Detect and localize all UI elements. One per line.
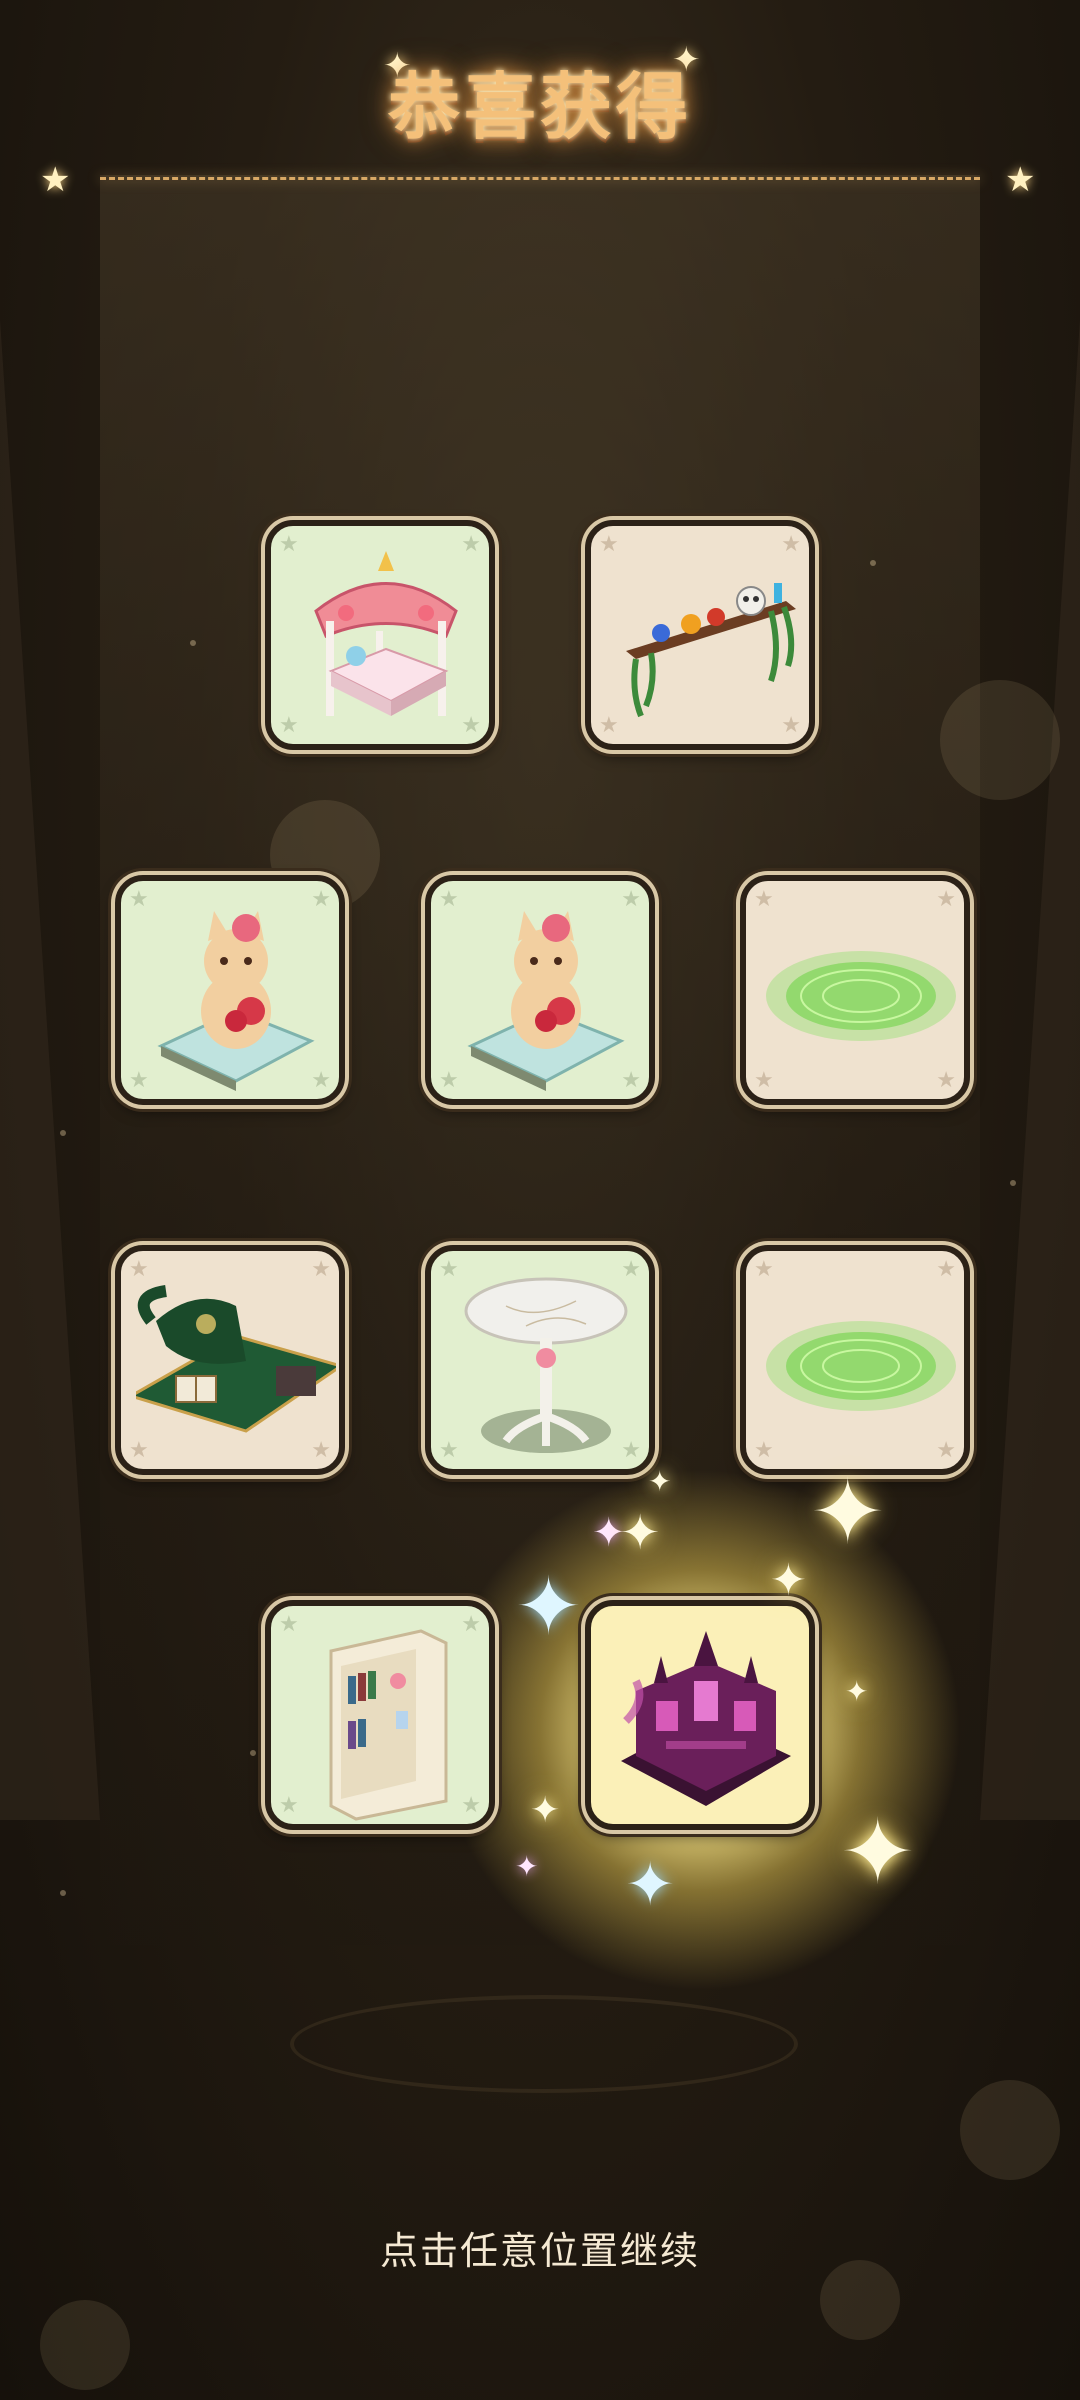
reward-item-bookcase[interactable]: ★ ★ ★ ★ bbox=[265, 1600, 495, 1830]
reward-title: 恭喜获得 bbox=[387, 65, 692, 149]
reward-item-marble-table[interactable]: ★ ★ ★ ★ bbox=[425, 1245, 655, 1475]
reward-item-gothic-mansion[interactable] bbox=[585, 1600, 815, 1830]
canopy-bed-icon bbox=[314, 551, 458, 716]
bookcase-icon bbox=[329, 1629, 448, 1821]
dust-dot bbox=[870, 560, 876, 566]
star-icon: ★ bbox=[1005, 160, 1036, 200]
potion-shelf-icon bbox=[626, 583, 796, 718]
sparkle-icon: ✦ bbox=[515, 1850, 539, 1883]
star-icon: ★ bbox=[40, 160, 71, 200]
reward-item-magic-circle-1[interactable]: ★ ★ ★ ★ bbox=[740, 875, 970, 1105]
reward-item-magic-circle-2[interactable]: ★ ★ ★ ★ bbox=[740, 1245, 970, 1475]
sparkle-icon: ✦ bbox=[515, 1560, 583, 1653]
magic-circle-icon bbox=[766, 951, 956, 1041]
floor-ring bbox=[290, 1995, 798, 2093]
sparkle-icon: ✦ bbox=[530, 1790, 561, 1831]
sparkle-icon: ✦ bbox=[810, 1460, 886, 1565]
witch-hat-rug-icon bbox=[136, 1285, 336, 1433]
gothic-mansion-icon bbox=[621, 1631, 791, 1806]
reward-item-cat-plush-2[interactable]: ★ ★ ★ ★ bbox=[425, 875, 655, 1105]
cat-plush-icon bbox=[157, 911, 315, 1091]
reward-item-witch-hat-rug[interactable]: ★ ★ ★ ★ bbox=[115, 1245, 345, 1475]
title-divider bbox=[100, 177, 980, 180]
cat-plush-icon bbox=[467, 911, 625, 1091]
continue-hint[interactable]: 点击任意位置继续 bbox=[0, 2220, 1080, 2275]
dust-dot bbox=[60, 1130, 66, 1136]
sparkle-icon: ✦ bbox=[840, 1800, 916, 1905]
reward-item-potion-shelf[interactable]: ★ ★ ★ ★ bbox=[585, 520, 815, 750]
bokeh-light bbox=[940, 680, 1060, 800]
reward-screen[interactable]: ✦ ✦ 恭喜获得 ★ ★ ★ ★ ★ ★ ★ ★ ★ ★ ★ ★ ★ ★ ★ ★… bbox=[0, 0, 1080, 2400]
reward-item-cat-plush-1[interactable]: ★ ★ ★ ★ bbox=[115, 875, 345, 1105]
left-wall bbox=[0, 320, 100, 1820]
sparkle-icon: ✦ bbox=[620, 1505, 661, 1561]
magic-circle-icon bbox=[766, 1321, 956, 1411]
dust-dot bbox=[1010, 1180, 1016, 1186]
sparkle-icon: ✦ bbox=[648, 1465, 672, 1498]
bokeh-light bbox=[960, 2080, 1060, 2180]
reward-item-canopy-bed[interactable]: ★ ★ ★ ★ bbox=[265, 520, 495, 750]
bokeh-light bbox=[40, 2300, 130, 2390]
dust-dot bbox=[190, 640, 196, 646]
sparkle-icon: ✦ bbox=[625, 1850, 676, 1920]
dust-dot bbox=[250, 1750, 256, 1756]
dust-dot bbox=[60, 1890, 66, 1896]
marble-table-icon bbox=[464, 1277, 628, 1453]
right-wall bbox=[980, 320, 1080, 1820]
sparkle-icon: ✦ bbox=[845, 1675, 869, 1708]
sparkle-icon: ✦ bbox=[770, 1555, 807, 1606]
